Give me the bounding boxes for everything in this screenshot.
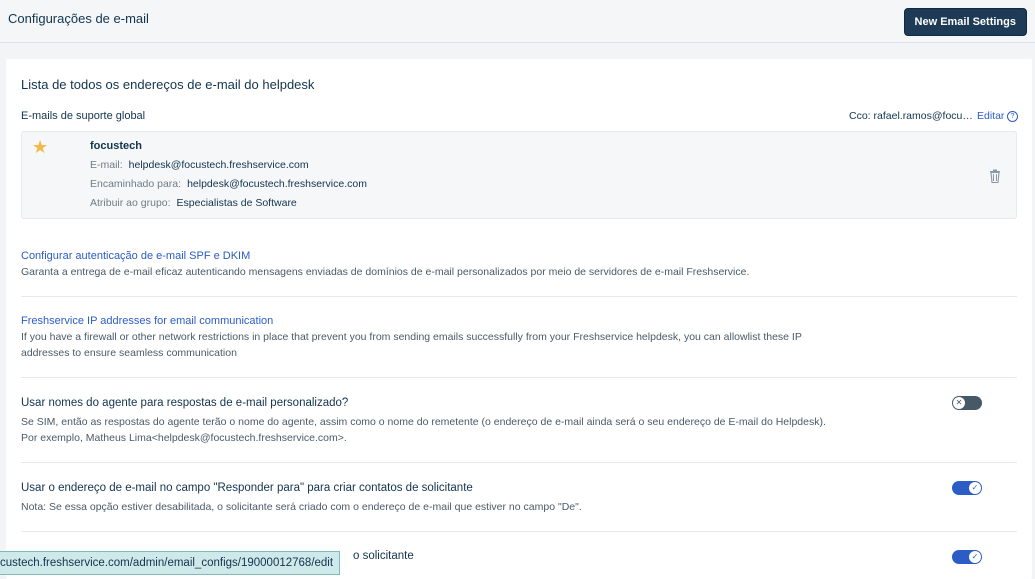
divider xyxy=(21,377,1017,378)
global-support-label: E-mails de suporte global xyxy=(21,110,146,122)
star-icon: ★ xyxy=(32,137,49,157)
email-value: helpdesk@focustech.freshservice.com xyxy=(128,159,309,171)
edit-bcc-link[interactable]: Editar xyxy=(977,110,1004,122)
requester-option-title: o solicitante xyxy=(353,550,414,562)
reply-to-option-description: Nota: Se essa opção estiver desabilitada… xyxy=(21,501,582,513)
reply-to-option-title: Usar o endereço de e-mail no campo "Resp… xyxy=(21,482,473,494)
agent-names-toggle[interactable]: ✕ xyxy=(952,396,982,410)
email-label: E-mail: xyxy=(90,159,123,171)
divider xyxy=(21,296,1017,297)
group-label: Atribuir ao grupo: xyxy=(90,197,171,209)
divider xyxy=(21,531,1017,532)
mailbox-group-row: Atribuir ao grupo: Especialistas de Softw… xyxy=(90,197,297,209)
mailbox-forward-row: Encaminhado para: helpdesk@focustech.fres… xyxy=(90,178,367,190)
toggle-off-icon: ✕ xyxy=(953,397,965,409)
requester-toggle[interactable]: ✓ xyxy=(952,550,982,564)
agent-names-option-title: Usar nomes do agente para respostas de e… xyxy=(21,397,349,409)
forward-label: Encaminhado para: xyxy=(90,178,182,190)
spf-dkim-link[interactable]: Configurar autenticação de e-mail SPF e … xyxy=(21,250,250,262)
section-title: Lista de todos os endereços de e-mail do… xyxy=(21,77,315,92)
help-icon[interactable]: ? xyxy=(1007,111,1018,122)
divider xyxy=(21,462,1017,463)
forward-value: helpdesk@focustech.freshservice.com xyxy=(187,178,367,190)
ip-addresses-description: If you have a firewall or other network … xyxy=(21,331,802,359)
trash-icon[interactable] xyxy=(989,169,1001,183)
top-bar: Configurações de e-mail New Email Settin… xyxy=(0,0,1035,43)
agent-names-option-description: Se SIM, então as respostas do agente ter… xyxy=(21,416,826,444)
new-email-settings-button[interactable]: New Email Settings xyxy=(903,8,1027,36)
email-list-card: Lista de todos os endereços de e-mail do… xyxy=(6,59,1032,579)
mailbox-email-row: E-mail: helpdesk@focustech.freshservice.c… xyxy=(90,159,309,171)
group-value: Especialistas de Software xyxy=(176,197,297,209)
bcc-value: Cco: rafael.ramos@focu… xyxy=(849,110,973,122)
spf-dkim-description: Garanta a entrega de e-mail eficaz auten… xyxy=(21,266,750,278)
mailbox-name: focustech xyxy=(90,140,142,152)
toggle-on-icon: ✓ xyxy=(969,551,981,563)
status-bar-url: custech.freshservice.com/admin/email_con… xyxy=(0,551,341,575)
toggle-on-icon: ✓ xyxy=(969,482,981,494)
reply-to-toggle[interactable]: ✓ xyxy=(952,481,982,495)
mailbox-item[interactable]: ★ focustech E-mail: helpdesk@focustech.fr… xyxy=(21,131,1017,219)
ip-addresses-link[interactable]: Freshservice IP addresses for email comm… xyxy=(21,315,273,327)
page-title: Configurações de e-mail xyxy=(8,11,149,26)
